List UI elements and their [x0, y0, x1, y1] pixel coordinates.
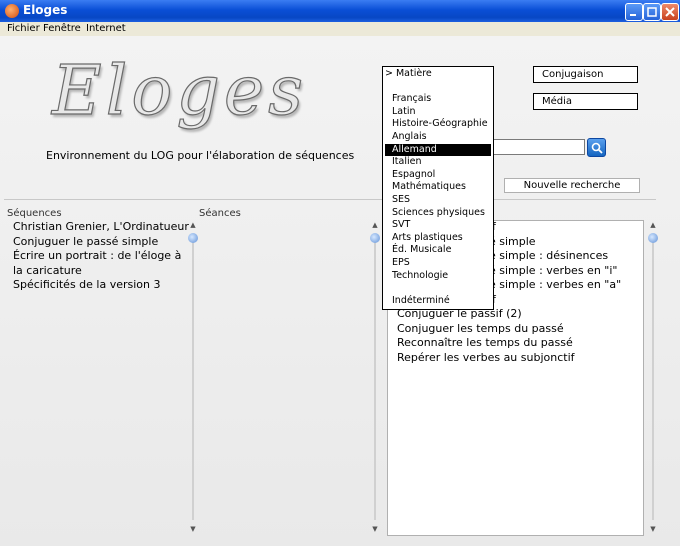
dropdown-header[interactable]: > Matière: [383, 68, 493, 81]
menu-fenetre[interactable]: Fenêtre: [43, 23, 81, 34]
dropdown-option[interactable]: Italien: [383, 156, 493, 169]
scroll-track: [652, 234, 654, 520]
list-item[interactable]: Écrire un portrait : de l'éloge à: [13, 249, 185, 264]
list-item[interactable]: la caricature: [13, 264, 185, 279]
dropdown-option[interactable]: Espagnol: [383, 169, 493, 182]
dropdown-option[interactable]: Latin: [383, 106, 493, 119]
minimize-button[interactable]: [625, 3, 643, 21]
scroll-thumb[interactable]: [188, 233, 198, 243]
dropdown-option[interactable]: Anglais: [383, 131, 493, 144]
scroll-track: [374, 234, 376, 520]
list-item[interactable]: Repérer les verbes au subjonctif: [397, 351, 643, 366]
scroll-thumb[interactable]: [370, 233, 380, 243]
title-bar: Eloges: [0, 0, 680, 22]
app-logo: Eloges: [51, 51, 307, 131]
results-scrollbar[interactable]: ▲ ▼: [648, 220, 658, 536]
scroll-down-icon[interactable]: ▼: [370, 524, 380, 534]
close-button[interactable]: [661, 3, 679, 21]
sequences-label: Séquences: [7, 208, 62, 219]
dropdown-option[interactable]: Arts plastiques: [383, 232, 493, 245]
list-item[interactable]: Christian Grenier, L'Ordinatueur: [13, 220, 189, 235]
seances-list: [200, 220, 370, 536]
seances-scrollbar[interactable]: ▲ ▼: [370, 220, 380, 536]
scroll-thumb[interactable]: [648, 233, 658, 243]
menu-bar: Fichier Fenêtre Internet: [0, 22, 680, 36]
media-button[interactable]: Média: [533, 93, 638, 110]
dropdown-option[interactable]: EPS: [383, 257, 493, 270]
dropdown-option[interactable]: Histoire-Géographie: [383, 118, 493, 131]
menu-internet[interactable]: Internet: [86, 23, 126, 34]
list-item[interactable]: Conjuguer les temps du passé: [397, 322, 643, 337]
search-button[interactable]: [587, 138, 606, 157]
app-icon: [5, 4, 19, 18]
scroll-down-icon[interactable]: ▼: [648, 524, 658, 534]
app-subtitle: Environnement du LOG pour l'élaboration …: [46, 149, 355, 162]
magnifier-icon: [591, 142, 603, 154]
dropdown-option[interactable]: Technologie: [383, 270, 493, 283]
dropdown-option[interactable]: Éd. Musicale: [383, 244, 493, 257]
seances-label: Séances: [199, 208, 241, 219]
matiere-dropdown-list[interactable]: > Matière Français Latin Histoire-Géogra…: [382, 66, 494, 310]
search-input[interactable]: [492, 139, 585, 155]
dropdown-option-selected[interactable]: Allemand: [385, 143, 491, 157]
dropdown-option[interactable]: SES: [383, 194, 493, 207]
dropdown-option[interactable]: Mathématiques: [383, 181, 493, 194]
scroll-up-icon[interactable]: ▲: [188, 220, 198, 230]
scroll-up-icon[interactable]: ▲: [370, 220, 380, 230]
list-item[interactable]: Spécificités de la version 3: [13, 278, 185, 293]
dropdown-option[interactable]: Sciences physiques: [383, 207, 493, 220]
app-window: Eloges Fichier Fenêtre Internet Eloges E…: [0, 0, 680, 546]
dropdown-option[interactable]: Français: [383, 93, 493, 106]
dropdown-option[interactable]: SVT: [383, 219, 493, 232]
list-item[interactable]: Reconnaître les temps du passé: [397, 336, 643, 351]
sequences-scrollbar[interactable]: ▲ ▼: [188, 220, 198, 536]
close-icon: [665, 7, 675, 17]
scroll-down-icon[interactable]: ▼: [188, 524, 198, 534]
sequences-list: Christian Grenier, L'Ordinatueur Conjugu…: [13, 220, 189, 536]
scroll-up-icon[interactable]: ▲: [648, 220, 658, 230]
menu-fichier[interactable]: Fichier: [7, 23, 40, 34]
maximize-button[interactable]: [643, 3, 661, 21]
conjugaison-button[interactable]: Conjugaison: [533, 66, 638, 83]
separator: [4, 199, 656, 200]
window-title: Eloges: [23, 3, 68, 17]
maximize-icon: [647, 7, 657, 17]
dropdown-option[interactable]: Indéterminé: [383, 295, 493, 308]
minimize-icon: [630, 14, 636, 16]
scroll-track: [192, 234, 194, 520]
new-search-button[interactable]: Nouvelle recherche: [504, 178, 640, 193]
list-item[interactable]: Conjuguer le passé simple: [13, 235, 185, 250]
